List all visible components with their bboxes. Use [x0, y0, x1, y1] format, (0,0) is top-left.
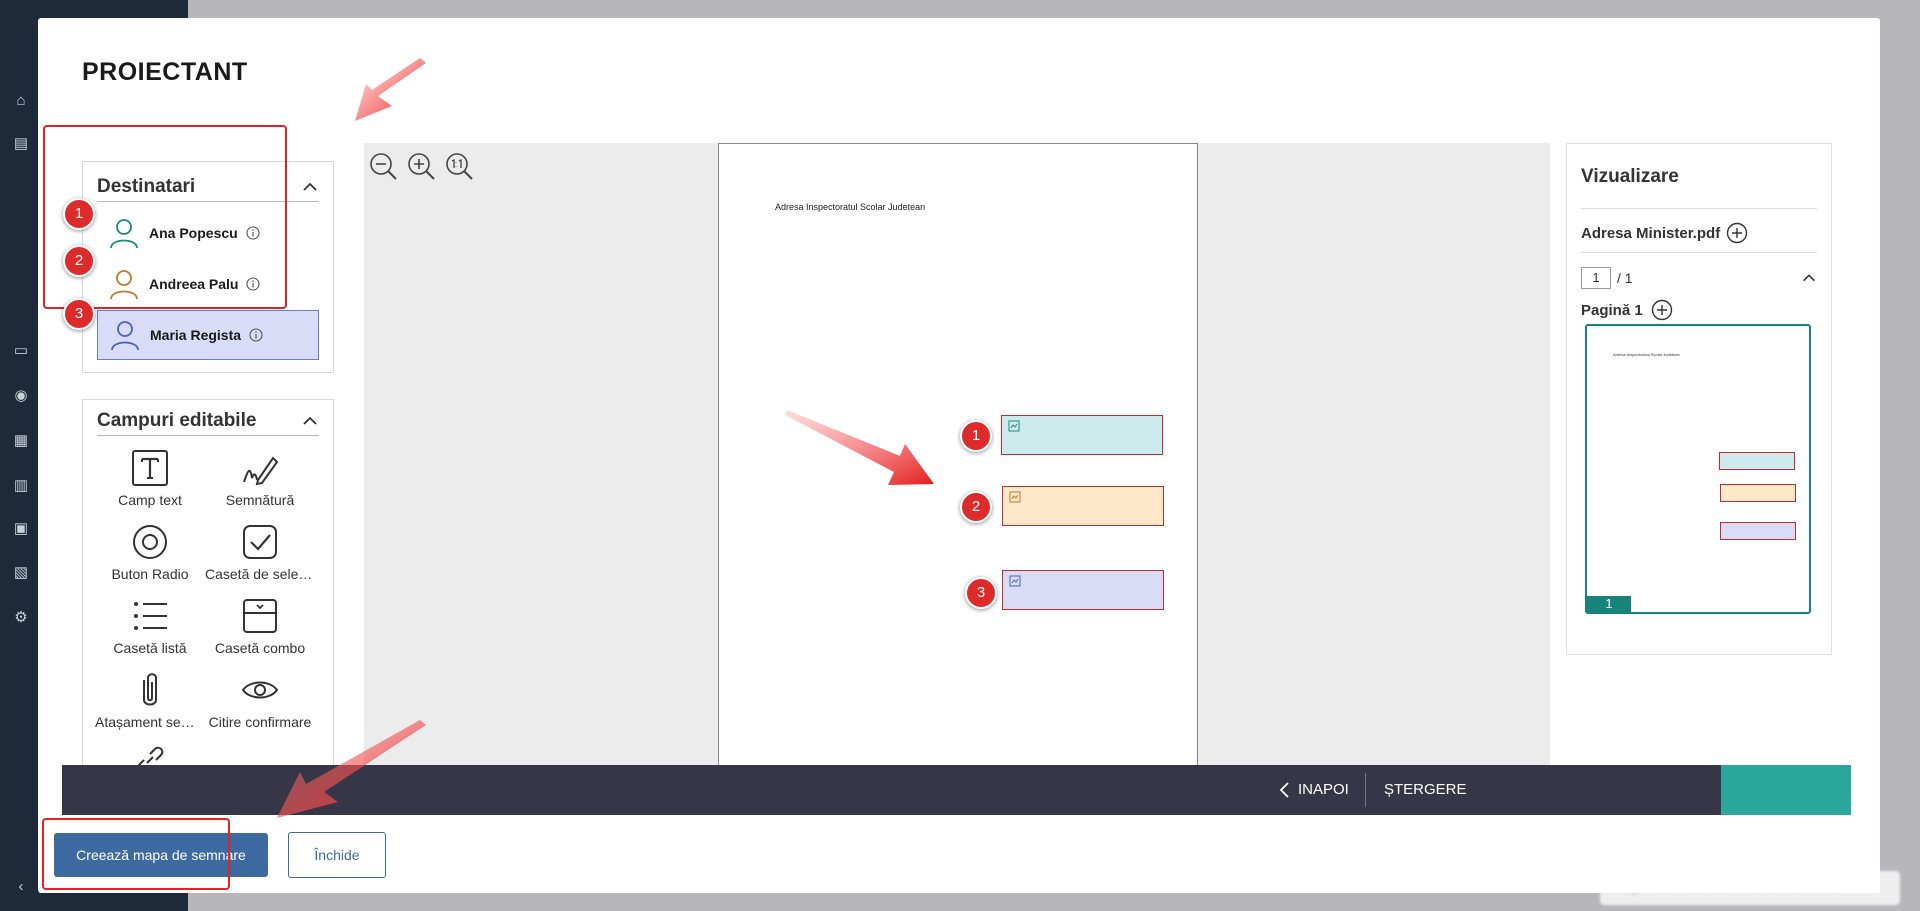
preview-panel: Vizualizare Adresa Minister.pdf 1 / 1 Pa…: [1566, 143, 1832, 655]
eye-icon: [241, 681, 279, 699]
chevron-up-icon[interactable]: [1801, 270, 1817, 286]
location-icon[interactable]: ◉: [10, 385, 32, 407]
tool-signature[interactable]: Semnătură: [205, 448, 315, 508]
zoom-out-icon[interactable]: [368, 151, 398, 181]
signature-field-2[interactable]: [1002, 486, 1164, 526]
pdf-page[interactable]: Adresa Inspectoratul Scolar Judetean: [718, 143, 1198, 783]
divider: [1581, 252, 1817, 253]
chevron-up-icon[interactable]: [301, 412, 319, 430]
files-icon[interactable]: ▣: [10, 518, 32, 540]
tool-text-field[interactable]: Camp text: [95, 448, 205, 508]
tool-label: Atașament semnatar: [95, 714, 205, 730]
text-field-icon: [132, 450, 168, 486]
field-badge-3: 3: [965, 577, 997, 609]
tool-label: Buton Radio: [111, 566, 189, 582]
tool-read-confirmation[interactable]: Citire confirmare: [205, 670, 315, 730]
thumbnail-text: Adresa Inspectoratul Scolar Judetean: [1613, 352, 1680, 357]
page-thumbnail[interactable]: Adresa Inspectoratul Scolar Judetean 1: [1585, 324, 1811, 614]
tool-combo-box[interactable]: Casetă combo: [205, 596, 315, 656]
continue-button[interactable]: CONTINUĂ: [1721, 765, 1851, 815]
recipient-item-maria-regista[interactable]: Maria Regista: [97, 310, 319, 360]
editable-fields-title: Campuri editabile: [97, 410, 257, 431]
add-icon[interactable]: [1651, 299, 1673, 321]
designer-modal: PROIECTANT Destinatari Ana Popescu Andre…: [38, 18, 1880, 893]
delete-label: ȘTERGERE: [1384, 781, 1467, 798]
chevron-up-icon[interactable]: [301, 178, 319, 196]
pdf-viewer: Adresa Inspectoratul Scolar Judetean: [364, 143, 1550, 783]
thumbnail-field-1: [1719, 452, 1795, 470]
close-button[interactable]: Închide: [288, 832, 386, 878]
tool-label: Camp text: [118, 492, 182, 508]
page-label: Pagină 1: [1581, 299, 1673, 321]
radio-button-icon: [133, 525, 167, 559]
report-icon[interactable]: ▧: [10, 562, 32, 584]
page-navigator: 1 / 1: [1581, 267, 1633, 289]
field-icon: [1009, 575, 1021, 587]
combo-box-icon: [243, 599, 277, 633]
editable-fields-header[interactable]: Campuri editabile: [97, 410, 319, 436]
field-icon: [1009, 491, 1021, 503]
calendar-icon[interactable]: ▦: [10, 430, 32, 452]
chevron-left-icon[interactable]: ‹: [10, 876, 32, 898]
field-badge-1: 1: [960, 420, 992, 452]
attachment-icon: [143, 673, 157, 706]
thumbnail-field-2: [1720, 484, 1796, 502]
bottom-toolbar: INAPOI ȘTERGERE CONTINUĂ: [62, 765, 1851, 815]
preview-title: Vizualizare: [1581, 166, 1679, 187]
chevron-left-icon: [1279, 782, 1289, 798]
tool-label: Casetă listă: [113, 640, 187, 656]
delete-button[interactable]: ȘTERGERE: [1384, 765, 1467, 815]
editable-fields-card: Campuri editabile Camp text Semnătură Bu…: [82, 399, 334, 783]
home-icon[interactable]: ⌂: [10, 90, 32, 112]
page-number-input[interactable]: 1: [1581, 267, 1611, 289]
zoom-in-icon[interactable]: [406, 151, 436, 181]
user-icon: [111, 321, 139, 351]
signature-field-1[interactable]: [1001, 415, 1163, 455]
checkbox-icon: [243, 525, 277, 559]
document-icon[interactable]: ▤: [10, 133, 32, 155]
page-header-text: Adresa Inspectoratul Scolar Judetean: [775, 202, 926, 212]
info-icon[interactable]: [249, 328, 263, 342]
step-badge-2: 2: [63, 245, 95, 277]
tool-checkbox[interactable]: Casetă de selecție: [205, 522, 315, 582]
back-button[interactable]: INAPOI: [1278, 765, 1349, 815]
back-label: INAPOI: [1298, 781, 1349, 798]
preview-file: Adresa Minister.pdf: [1581, 222, 1748, 244]
add-icon[interactable]: [1726, 222, 1748, 244]
gear-icon[interactable]: ⚙: [10, 607, 32, 629]
tool-label: Citire confirmare: [208, 714, 312, 730]
step-badge-3: 3: [63, 298, 95, 330]
divider: [1581, 208, 1817, 209]
signature-field-3[interactable]: [1002, 570, 1164, 610]
modal-title: PROIECTANT: [82, 58, 248, 86]
step-badge-1: 1: [63, 198, 95, 230]
field-badge-2: 2: [960, 491, 992, 523]
page-total: / 1: [1617, 270, 1633, 286]
list-box-icon: [134, 602, 167, 630]
field-icon: [1008, 420, 1020, 432]
thumbnail-field-3: [1720, 522, 1796, 540]
signature-icon: [243, 456, 279, 486]
create-button-highlight: [42, 818, 230, 890]
zoom-reset-icon[interactable]: [444, 151, 474, 181]
monitor-icon[interactable]: ▭: [10, 340, 32, 362]
tool-label: Casetă de selecție: [205, 566, 315, 582]
toolbar-separator: [1365, 773, 1366, 807]
tool-attachment[interactable]: Atașament semnatar: [95, 670, 205, 730]
recipient-name: Maria Regista: [150, 327, 242, 343]
page-label-text: Pagină 1: [1581, 301, 1643, 319]
tool-list-box[interactable]: Casetă listă: [95, 596, 205, 656]
building-icon[interactable]: ▥: [10, 475, 32, 497]
tool-radio-button[interactable]: Buton Radio: [95, 522, 205, 582]
tool-label: Semnătură: [225, 492, 295, 508]
thumbnail-page-number: 1: [1587, 596, 1631, 612]
tool-label: Casetă combo: [214, 640, 306, 656]
file-name: Adresa Minister.pdf: [1581, 224, 1721, 242]
